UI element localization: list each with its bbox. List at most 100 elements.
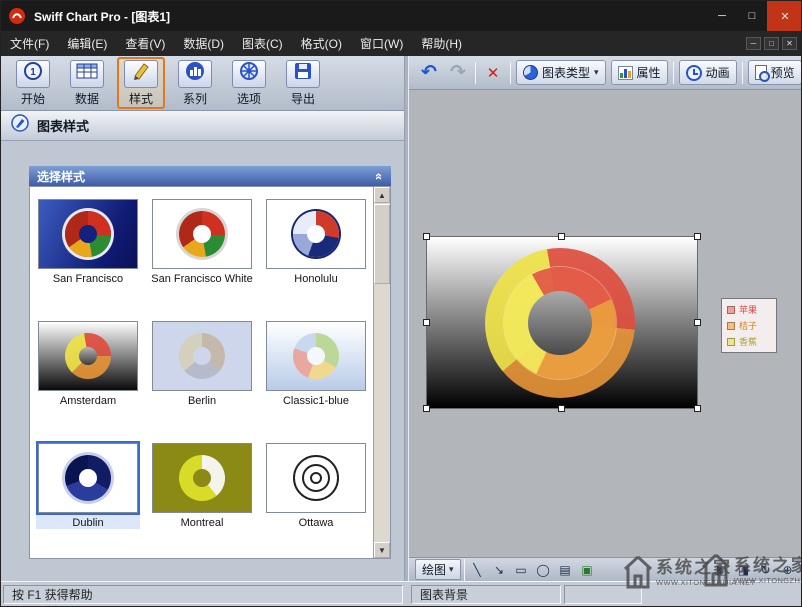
start-tab-button[interactable]: 1 开始 <box>9 57 57 109</box>
selection-handle-nw[interactable] <box>423 233 430 240</box>
textbox-tool-icon[interactable]: ▤ <box>556 561 575 579</box>
house-icon <box>701 552 731 593</box>
selection-handle-n[interactable] <box>558 233 565 240</box>
style-thumb-classic1-blue[interactable]: Classic1-blue <box>264 321 368 407</box>
amsterdam-preview <box>38 321 138 391</box>
draw-label: 绘图 <box>422 561 446 578</box>
image-tool-icon[interactable]: ▣ <box>578 561 597 579</box>
mdi-close-button[interactable]: ✕ <box>782 37 797 50</box>
legend-item-banana: 香蕉 <box>727 335 771 348</box>
toolbar-separator <box>510 62 511 84</box>
options-wheel-icon <box>239 61 259 86</box>
scroll-up-icon[interactable]: ▲ <box>374 187 390 203</box>
style-thumb-montreal[interactable]: Montreal <box>150 443 254 529</box>
style-thumb-ottawa[interactable]: Ottawa <box>264 443 368 529</box>
chart-canvas[interactable]: 苹果 桔子 香蕉 <box>409 90 802 557</box>
chart-type-label: 图表类型 <box>542 64 590 81</box>
selection-handle-s[interactable] <box>558 405 565 412</box>
style-thumb-dublin[interactable]: Dublin <box>36 443 140 529</box>
menu-edit[interactable]: 编辑(E) <box>58 31 116 56</box>
chart-background-selected[interactable] <box>426 236 698 409</box>
selection-handle-sw[interactable] <box>423 405 430 412</box>
scrollbar-thumb[interactable] <box>374 204 390 284</box>
style-thumb-san-francisco-white[interactable]: San Francisco White <box>150 199 254 285</box>
series-chart-icon <box>185 61 205 86</box>
menu-help[interactable]: 帮助(H) <box>412 31 471 56</box>
draw-menu-button[interactable]: 绘图 ▾ <box>415 559 461 580</box>
selection-handle-w[interactable] <box>423 319 430 326</box>
style-tab-button[interactable]: 样式 <box>117 57 165 109</box>
selection-handle-se[interactable] <box>694 405 701 412</box>
application-window: Swiff Chart Pro - [图表1] ─ □ ✕ 文件(F) 编辑(E… <box>0 0 802 607</box>
options-tab-button[interactable]: 选项 <box>225 57 273 109</box>
style-panel: 图表样式 选择样式 « San Francisco San Francisco … <box>1 111 404 581</box>
watermark-logo: 系统之家 WWW.XITONGZHIJIA.NET <box>701 552 802 593</box>
toolbar-separator <box>673 62 674 84</box>
arrow-tool-icon[interactable]: ↘ <box>490 561 509 579</box>
ottawa-preview <box>266 443 366 513</box>
chart-toolbar: ↶ ↷ ✕ 图表类型 ▾ 属性 动画 预览 <box>409 56 802 90</box>
berlin-preview <box>152 321 252 391</box>
pencil-icon <box>131 61 151 86</box>
mdi-restore-button[interactable]: □ <box>764 37 779 50</box>
selection-handle-ne[interactable] <box>694 233 701 240</box>
style-thumb-san-francisco[interactable]: San Francisco <box>36 199 140 285</box>
ellipse-tool-icon[interactable]: ◯ <box>534 561 553 579</box>
series-tab-button[interactable]: 系列 <box>171 57 219 109</box>
animation-button[interactable]: 动画 <box>679 60 737 85</box>
status-help-text: 按 F1 获得帮助 <box>3 585 403 604</box>
toolbar-separator <box>475 62 476 84</box>
svg-text:1: 1 <box>30 67 36 78</box>
maximize-button[interactable]: □ <box>737 1 767 31</box>
clock-icon <box>686 65 702 81</box>
data-table-icon <box>76 63 98 84</box>
rectangle-tool-icon[interactable]: ▭ <box>512 561 531 579</box>
export-tab-button[interactable]: 导出 <box>279 57 327 109</box>
style-thumb-berlin[interactable]: Berlin <box>150 321 254 407</box>
collapse-chevron-icon[interactable]: « <box>372 172 387 179</box>
donut-chart[interactable] <box>485 248 635 398</box>
delete-icon: ✕ <box>487 64 500 82</box>
redo-button[interactable]: ↷ <box>446 61 470 85</box>
close-button[interactable]: ✕ <box>767 1 802 31</box>
app-logo-icon <box>9 8 25 24</box>
mdi-minimize-button[interactable]: ─ <box>746 37 761 50</box>
style-list-scrollbar[interactable]: ▲ ▼ <box>373 187 390 558</box>
menu-chart[interactable]: 图表(C) <box>233 31 292 56</box>
preview-button[interactable]: 预览 <box>748 60 802 85</box>
style-tab-label: 样式 <box>129 90 153 107</box>
properties-button[interactable]: 属性 <box>611 60 668 85</box>
chart-legend[interactable]: 苹果 桔子 香蕉 <box>721 298 777 353</box>
menu-window[interactable]: 窗口(W) <box>351 31 412 56</box>
style-thumb-amsterdam[interactable]: Amsterdam <box>36 321 140 407</box>
line-tool-icon[interactable]: ╲ <box>468 561 487 579</box>
menu-format[interactable]: 格式(O) <box>292 31 351 56</box>
classic1-blue-preview <box>266 321 366 391</box>
export-tab-label: 导出 <box>291 90 315 107</box>
menu-data[interactable]: 数据(D) <box>174 31 233 56</box>
style-panel-header: 图表样式 <box>1 111 404 141</box>
start-icon: 1 <box>23 61 43 86</box>
scroll-down-icon[interactable]: ▼ <box>374 542 390 558</box>
data-tab-button[interactable]: 数据 <box>63 57 111 109</box>
undo-button[interactable]: ↶ <box>417 61 441 85</box>
style-panel-title: 图表样式 <box>37 116 89 135</box>
title-bar: Swiff Chart Pro - [图表1] ─ □ ✕ <box>1 1 802 31</box>
minimize-button[interactable]: ─ <box>707 1 737 31</box>
delete-button[interactable]: ✕ <box>481 61 505 85</box>
style-thumb-honolulu[interactable]: Honolulu <box>264 199 368 285</box>
menu-view[interactable]: 查看(V) <box>116 31 174 56</box>
chart-type-button[interactable]: 图表类型 ▾ <box>516 60 606 85</box>
properties-label: 属性 <box>637 64 661 81</box>
menu-bar: 文件(F) 编辑(E) 查看(V) 数据(D) 图表(C) 格式(O) 窗口(W… <box>1 31 802 56</box>
honolulu-preview <box>266 199 366 269</box>
chart-style-icon <box>11 114 29 137</box>
chevron-down-icon: ▾ <box>594 67 599 78</box>
status-selection-text: 图表背景 <box>411 585 561 604</box>
select-style-section-header[interactable]: 选择样式 « <box>29 166 391 186</box>
selection-handle-e[interactable] <box>694 319 701 326</box>
main-toolbar: 1 开始 数据 样式 系列 选项 <box>1 56 404 111</box>
menu-file[interactable]: 文件(F) <box>1 31 58 56</box>
legend-swatch-orange <box>727 322 735 330</box>
start-tab-label: 开始 <box>21 90 45 107</box>
